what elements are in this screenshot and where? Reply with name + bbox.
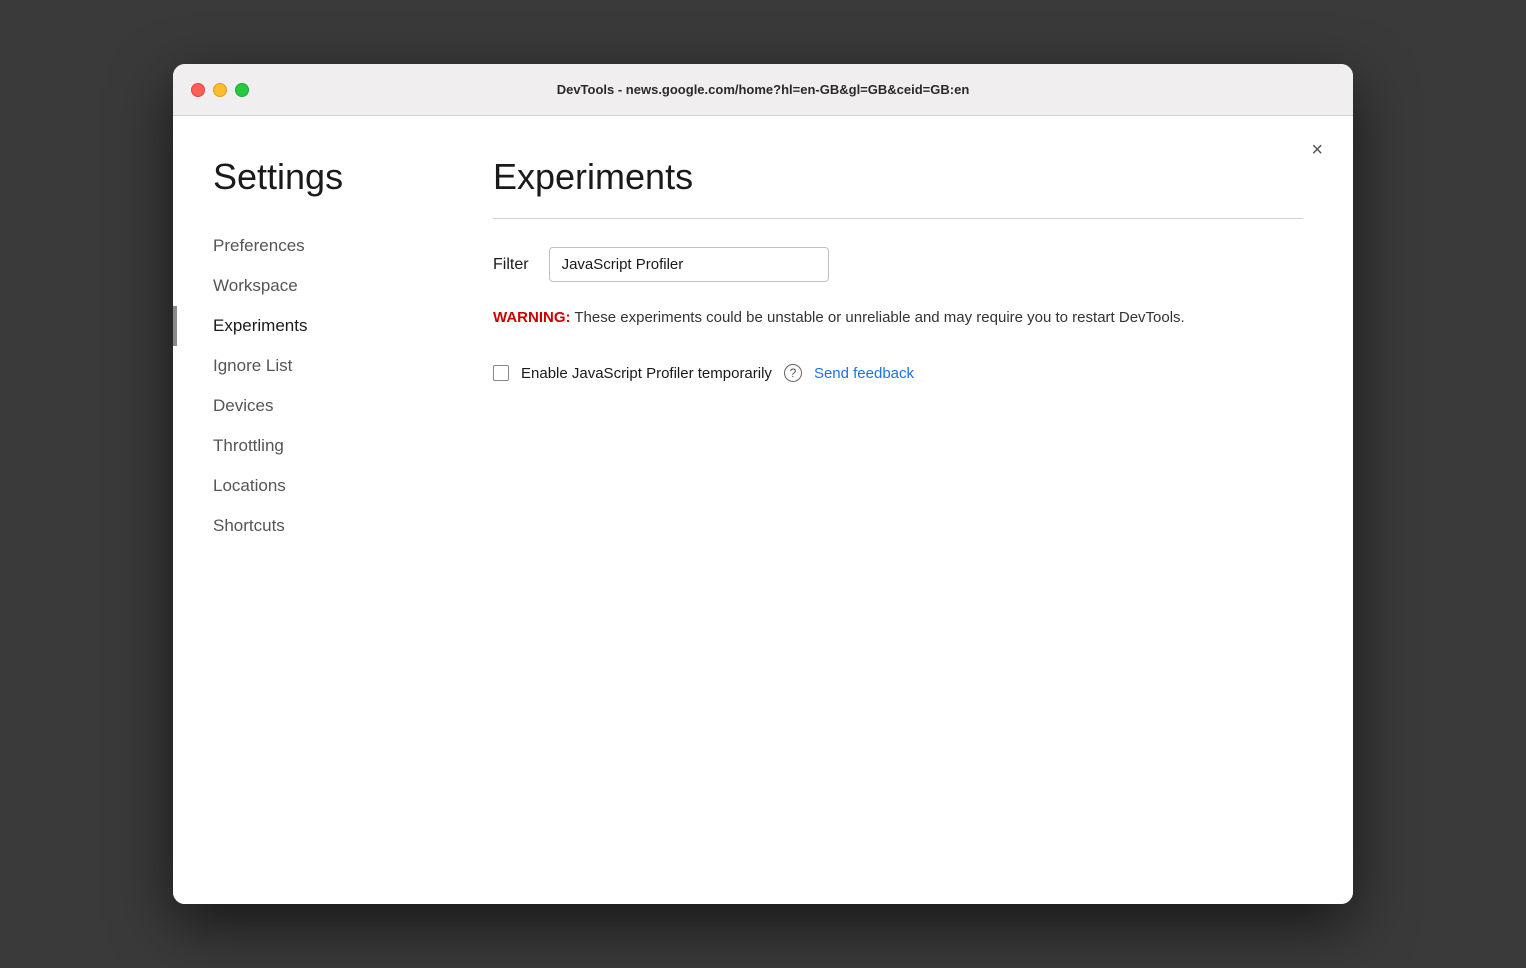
close-traffic-light[interactable] — [191, 83, 205, 97]
sidebar-item-shortcuts[interactable]: Shortcuts — [213, 506, 453, 546]
help-icon[interactable]: ? — [784, 364, 802, 382]
filter-row: Filter — [493, 247, 1303, 282]
js-profiler-checkbox[interactable] — [493, 365, 509, 381]
sidebar-item-devices[interactable]: Devices — [213, 386, 453, 426]
warning-text: WARNING: These experiments could be unst… — [493, 306, 1303, 330]
filter-label: Filter — [493, 256, 529, 274]
experiment-row: Enable JavaScript Profiler temporarily ?… — [493, 358, 1303, 388]
send-feedback-link[interactable]: Send feedback — [814, 365, 914, 382]
maximize-traffic-light[interactable] — [235, 83, 249, 97]
warning-label: WARNING: — [493, 309, 571, 326]
traffic-lights — [191, 83, 249, 97]
sidebar-item-ignore-list[interactable]: Ignore List — [213, 346, 453, 386]
warning-message: These experiments could be unstable or u… — [571, 309, 1185, 326]
experiments-title: Experiments — [493, 156, 1303, 198]
close-button[interactable]: × — [1311, 140, 1323, 160]
window-title: DevTools - news.google.com/home?hl=en-GB… — [557, 82, 970, 97]
title-bar: DevTools - news.google.com/home?hl=en-GB… — [173, 64, 1353, 116]
window-content: Settings Preferences Workspace Experimen… — [173, 116, 1353, 904]
sidebar-item-preferences[interactable]: Preferences — [213, 226, 453, 266]
minimize-traffic-light[interactable] — [213, 83, 227, 97]
filter-input[interactable] — [549, 247, 829, 282]
sidebar-nav: Preferences Workspace Experiments Ignore… — [213, 226, 453, 546]
sidebar: Settings Preferences Workspace Experimen… — [173, 116, 453, 904]
title-divider — [493, 218, 1303, 219]
sidebar-item-locations[interactable]: Locations — [213, 466, 453, 506]
devtools-window: DevTools - news.google.com/home?hl=en-GB… — [173, 64, 1353, 904]
settings-title: Settings — [213, 156, 453, 198]
sidebar-item-workspace[interactable]: Workspace — [213, 266, 453, 306]
js-profiler-label: Enable JavaScript Profiler temporarily — [521, 365, 772, 382]
sidebar-item-experiments[interactable]: Experiments — [213, 306, 453, 346]
warning-box: WARNING: These experiments could be unst… — [493, 306, 1303, 330]
main-content: × Experiments Filter WARNING: These expe… — [453, 116, 1353, 904]
sidebar-item-throttling[interactable]: Throttling — [213, 426, 453, 466]
